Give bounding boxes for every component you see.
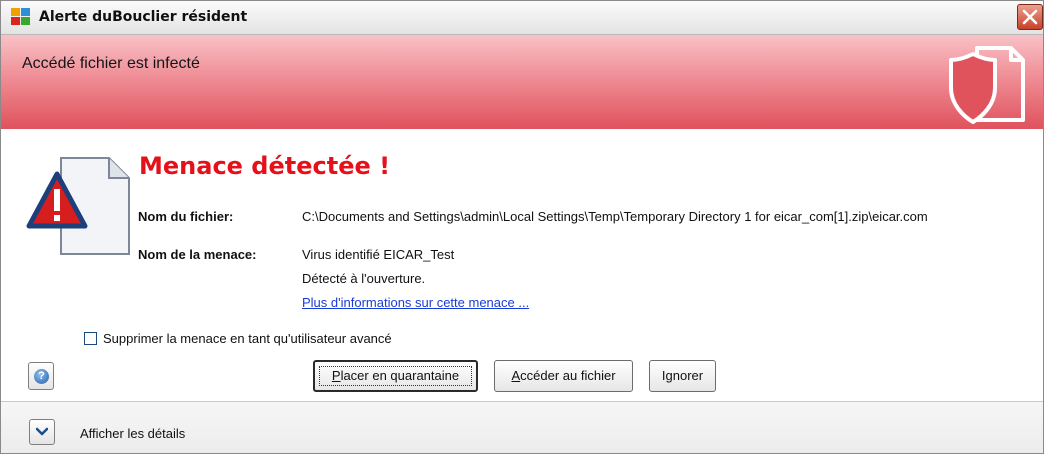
advanced-delete-checkbox[interactable] — [84, 332, 97, 345]
close-button[interactable] — [1017, 4, 1043, 30]
threat-name-label: Nom de la menace: — [138, 247, 257, 262]
avg-logo-icon — [11, 8, 30, 25]
ignore-button[interactable]: Ignorer — [649, 360, 716, 392]
threat-heading: Menace détectée ! — [139, 152, 391, 180]
ignore-button-label: Ignorer — [661, 368, 704, 383]
open-file-button-label: Accéder au fichier — [511, 368, 616, 383]
file-name-value: C:\Documents and Settings\admin\Local Se… — [302, 209, 928, 224]
quarantine-button-label: Placer en quarantaine — [331, 368, 460, 383]
window-title: Alerte duBouclier résident — [39, 9, 248, 25]
open-file-button[interactable]: Accéder au fichier — [494, 360, 633, 392]
advanced-delete-label[interactable]: Supprimer la menace en tant qu'utilisate… — [103, 331, 392, 346]
details-footer: Afficher les détails — [1, 401, 1043, 453]
chevron-down-icon — [36, 427, 48, 436]
alert-banner: Accédé fichier est infecté — [1, 35, 1043, 129]
alert-window: Alerte duBouclier résident Accédé fichie… — [0, 0, 1044, 454]
quarantine-button[interactable]: Placer en quarantaine — [313, 360, 478, 392]
help-icon: ? — [34, 369, 49, 384]
expand-details-button[interactable] — [29, 419, 55, 445]
detection-context: Détecté à l'ouverture. — [302, 271, 426, 286]
title-bar[interactable]: Alerte duBouclier résident — [1, 1, 1043, 35]
warning-document-icon — [26, 157, 130, 255]
show-details-label[interactable]: Afficher les détails — [80, 426, 185, 441]
file-name-label: Nom du fichier: — [138, 209, 234, 224]
more-info-link[interactable]: Plus d'informations sur cette menace ... — [302, 295, 529, 310]
close-icon — [1022, 9, 1038, 25]
help-button[interactable]: ? — [28, 362, 54, 390]
banner-title: Accédé fichier est infecté — [22, 55, 200, 72]
shield-document-icon — [949, 46, 1025, 124]
threat-name-value: Virus identifié EICAR_Test — [302, 247, 455, 262]
